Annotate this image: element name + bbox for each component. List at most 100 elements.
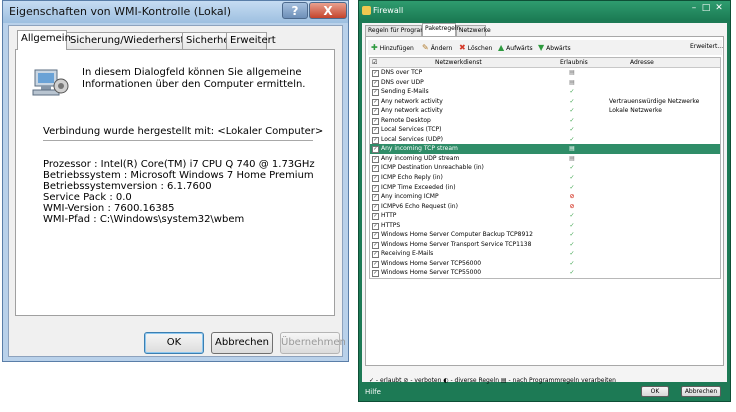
table-row[interactable]: ✓ Local Services (UDP) ✓ — [370, 135, 720, 145]
table-row[interactable]: ✓ ICMP Time Exceeded (in) ✓ — [370, 183, 720, 193]
tab-general[interactable]: Allgemein — [17, 30, 71, 50]
rule-enabled-checkbox[interactable]: ✓ — [372, 213, 379, 221]
rule-enabled-checkbox[interactable]: ✓ — [372, 260, 379, 268]
table-row[interactable]: ✓ Sending E-Mails ✓ — [370, 87, 720, 97]
rule-enabled-checkbox[interactable]: ✓ — [372, 194, 379, 202]
program-rules-icon: ▤ — [569, 78, 575, 86]
rule-enabled-checkbox[interactable]: ✓ — [372, 270, 379, 278]
ok-button[interactable]: OK — [641, 386, 669, 397]
cancel-button[interactable]: Abbrechen — [211, 332, 273, 354]
table-row[interactable]: ✓ HTTPS ✓ — [370, 221, 720, 231]
table-row[interactable]: ✓ DNS over TCP ▤ — [370, 68, 720, 78]
rule-service-name: ICMPv6 Echo Request (in) — [381, 202, 458, 210]
rule-enabled-checkbox[interactable]: ✓ — [372, 175, 379, 183]
tab-backup-restore[interactable]: Sicherung/Wiederherstellung — [66, 32, 215, 49]
rule-enabled-checkbox[interactable]: ✓ — [372, 70, 379, 77]
rule-service-name: Local Services (UDP) — [381, 135, 443, 143]
rule-enabled-checkbox[interactable]: ✓ — [372, 146, 379, 154]
rule-enabled-checkbox[interactable]: ✓ — [372, 251, 379, 259]
rule-address: Vertrauenswürdige Netzwerke — [609, 97, 700, 105]
rule-enabled-checkbox[interactable]: ✓ — [372, 98, 379, 106]
close-button[interactable]: X — [309, 2, 347, 19]
rule-enabled-checkbox[interactable]: ✓ — [372, 136, 379, 144]
tab-advanced[interactable]: Erweitert — [226, 32, 276, 49]
check-icon: ✓ — [569, 116, 575, 124]
maximize-icon[interactable]: □ — [700, 3, 712, 15]
table-row[interactable]: ✓ Local Services (TCP) ✓ — [370, 125, 720, 135]
move-up-button[interactable]: ▲ Aufwärts — [498, 43, 533, 52]
rule-service-name: Any incoming ICMP — [381, 193, 439, 201]
move-down-button[interactable]: ▼ Abwärts — [538, 43, 571, 52]
rule-enabled-checkbox[interactable]: ✓ — [372, 79, 379, 87]
table-row[interactable]: ✓ ICMP Destination Unreachable (in) ✓ — [370, 163, 720, 173]
wmi-version-info: WMI-Version : 7600.16385 — [43, 203, 175, 214]
os-info: Betriebssystem : Microsoft Windows 7 Hom… — [43, 170, 314, 181]
help-button[interactable]: ? — [282, 2, 308, 19]
table-row[interactable]: ✓ Any incoming TCP stream ▤ — [370, 144, 720, 154]
table-row[interactable]: ✓ Any incoming UDP stream ▤ — [370, 154, 720, 164]
table-row[interactable]: ✓ Windows Home Server TCP55000 ✓ — [370, 268, 720, 278]
rule-enabled-checkbox[interactable]: ✓ — [372, 165, 379, 173]
service-pack-info: Service Pack : 0.0 — [43, 192, 132, 203]
advanced-button[interactable]: Erweitert... — [690, 43, 723, 50]
rule-service-name: Any network activity — [381, 107, 443, 115]
tab-security[interactable]: Sicherheit — [182, 32, 236, 49]
intro-text: In diesem Dialogfeld können Sie allgemei… — [82, 67, 306, 90]
table-row[interactable]: ✓ Windows Home Server Transport Service T… — [370, 240, 720, 250]
table-row[interactable]: ✓ Any incoming ICMP ⊘ — [370, 192, 720, 202]
table-row[interactable]: ✓ ICMPv6 Echo Request (in) ⊘ — [370, 202, 720, 212]
close-icon[interactable]: ✕ — [713, 3, 725, 15]
delete-rule-button[interactable]: ✖ Löschen — [459, 43, 492, 52]
check-icon: ✓ — [569, 107, 575, 115]
help-link[interactable]: Hilfe — [365, 388, 381, 396]
rule-enabled-checkbox[interactable]: ✓ — [372, 127, 379, 135]
minimize-icon[interactable]: – — [688, 3, 700, 15]
tab-packet-rules[interactable]: Paketregeln — [422, 23, 460, 36]
arrow-down-icon: ▼ — [538, 43, 545, 52]
rule-service-name: Receiving E-Mails — [381, 250, 434, 258]
rule-enabled-checkbox[interactable]: ✓ — [372, 184, 379, 192]
edit-label: Ändern — [430, 45, 453, 52]
cancel-button[interactable]: Abbrechen — [681, 386, 721, 397]
table-row[interactable]: ✓ Any network activity ✓ Vertrauenswürdige … — [370, 97, 720, 107]
rule-service-name: DNS over TCP — [381, 69, 423, 76]
table-row[interactable]: ✓ Any network activity ✓ Lokale Netzwerke — [370, 106, 720, 116]
edit-rule-button[interactable]: ✎ Ändern — [422, 43, 452, 52]
rule-enabled-checkbox[interactable]: ✓ — [372, 117, 379, 125]
column-header-result[interactable]: Erlaubnis — [560, 59, 588, 66]
table-row[interactable]: ✓ ICMP Echo Reply (in) ✓ — [370, 173, 720, 183]
delete-label: Löschen — [467, 45, 493, 52]
rule-enabled-checkbox[interactable]: ✓ — [372, 232, 379, 240]
check-icon: ✓ — [569, 269, 575, 277]
table-row[interactable]: ✓ Receiving E-Mails ✓ — [370, 249, 720, 259]
table-row[interactable]: ✓ Remote Desktop ✓ — [370, 116, 720, 126]
header-checkbox[interactable]: ☑ — [372, 59, 377, 66]
rule-enabled-checkbox[interactable]: ✓ — [372, 108, 379, 116]
add-label: Hinzufügen — [379, 45, 414, 52]
rule-service-name: HTTP — [381, 212, 397, 220]
rule-enabled-checkbox[interactable]: ✓ — [372, 155, 379, 163]
firewall-footer: Hilfe OK Abbrechen — [359, 384, 730, 401]
column-header-address[interactable]: Adresse — [630, 59, 654, 66]
rules-toolbar: ✚ Hinzufügen ✎ Ändern ✖ Löschen ▲ Aufwärts ▼… — [368, 40, 723, 55]
rule-service-name: Any network activity — [381, 97, 443, 105]
rule-enabled-checkbox[interactable]: ✓ — [372, 241, 379, 249]
add-rule-button[interactable]: ✚ Hinzufügen — [371, 43, 414, 52]
title-bar[interactable]: Eigenschaften von WMI-Kontrolle (Lokal) … — [3, 1, 348, 23]
apply-button[interactable]: Übernehmen — [280, 332, 346, 354]
table-row[interactable]: ✓ DNS over UDP ▤ — [370, 78, 720, 88]
rule-enabled-checkbox[interactable]: ✓ — [372, 203, 379, 211]
ok-button[interactable]: OK — [144, 332, 204, 354]
column-header-service[interactable]: Netzwerkdienst — [435, 59, 482, 66]
tab-program-rules[interactable]: Regeln für Programme — [365, 25, 436, 36]
rule-service-name: ICMP Echo Reply (in) — [381, 174, 443, 182]
connection-text: Verbindung wurde hergestellt mit: <Lokal… — [43, 126, 324, 137]
tab-networks[interactable]: Netzwerke — [456, 25, 491, 36]
table-row[interactable]: ✓ Windows Home Server Computer Backup TCP… — [370, 230, 720, 240]
title-bar[interactable]: Firewall – □ ✕ — [359, 1, 730, 21]
plus-icon: ✚ — [371, 43, 378, 52]
table-row[interactable]: ✓ HTTP ✓ — [370, 211, 720, 221]
rule-enabled-checkbox[interactable]: ✓ — [372, 222, 379, 230]
table-row[interactable]: ✓ Windows Home Server TCP56000 ✓ — [370, 259, 720, 269]
rule-enabled-checkbox[interactable]: ✓ — [372, 89, 379, 97]
